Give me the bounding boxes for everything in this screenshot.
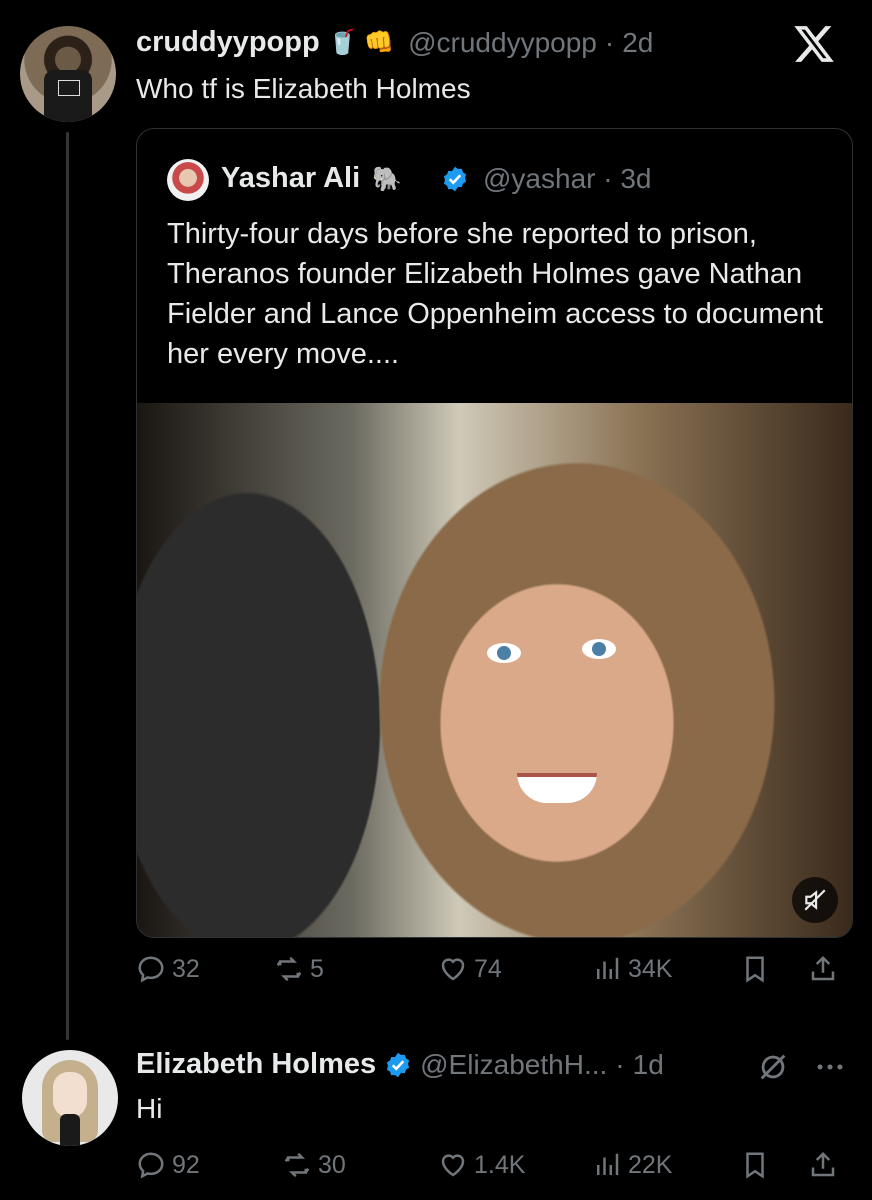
quote-display-name: Yashar Ali 🐘 xyxy=(221,162,402,195)
bookmark-button[interactable] xyxy=(740,1150,770,1180)
share-icon xyxy=(811,955,835,981)
verified-badge-icon xyxy=(387,1052,410,1077)
repost-count: 5 xyxy=(310,954,324,983)
quote-video[interactable] xyxy=(137,403,852,937)
post2-action-bar: 92 30 1.4K 22K xyxy=(136,1150,852,1190)
mute-button[interactable] xyxy=(792,877,838,923)
like-button[interactable]: 1.4K xyxy=(438,1150,525,1180)
quote-separator: · xyxy=(603,163,613,194)
post2-time[interactable]: 1d xyxy=(633,1049,664,1081)
post1-emoji: 🥤 👊 xyxy=(327,29,395,56)
reply-button[interactable]: 32 xyxy=(136,954,200,984)
quote-handle: @yashar xyxy=(483,163,596,194)
view-count: 22K xyxy=(628,1150,673,1179)
heart-icon xyxy=(441,1154,465,1177)
post2-handle[interactable]: @ElizabethH... xyxy=(420,1049,607,1081)
share-button[interactable] xyxy=(808,1150,838,1180)
bookmark-button[interactable] xyxy=(740,954,770,984)
repost-icon xyxy=(284,1152,310,1178)
post1-separator: · xyxy=(604,26,615,58)
heart-icon xyxy=(441,958,465,981)
like-count: 1.4K xyxy=(474,1150,526,1179)
speaker-muted-icon xyxy=(804,889,826,911)
views-icon xyxy=(597,957,619,979)
post1-header: cruddyypopp 🥤 👊 @cruddyypopp · 2d xyxy=(136,26,653,59)
like-button[interactable]: 74 xyxy=(438,954,502,984)
post2-display-name[interactable]: Elizabeth Holmes xyxy=(136,1048,376,1081)
post1-text: Who tf is Elizabeth Holmes xyxy=(136,73,471,104)
quote-time: 3d xyxy=(620,163,652,194)
view-count: 34K xyxy=(628,954,673,983)
reply-button[interactable]: 92 xyxy=(136,1150,200,1180)
reply-icon xyxy=(138,1152,164,1179)
like-count: 74 xyxy=(474,954,502,983)
post1-time[interactable]: 2d xyxy=(622,27,653,59)
avatar-yashar xyxy=(167,159,209,201)
x-logo-icon[interactable] xyxy=(792,22,836,66)
grok-icon[interactable] xyxy=(756,1050,790,1084)
more-options-icon[interactable] xyxy=(810,1050,850,1084)
thread-connector xyxy=(66,132,69,1040)
share-button[interactable] xyxy=(808,954,838,984)
views-icon xyxy=(597,1153,619,1175)
verified-badge-icon xyxy=(443,166,467,192)
repost-icon xyxy=(276,956,302,982)
share-icon xyxy=(811,1151,835,1177)
post2-header: Elizabeth Holmes @ElizabethH... · 1d xyxy=(136,1048,664,1081)
reply-count: 92 xyxy=(172,1150,200,1179)
post1-handle[interactable]: @cruddyypopp xyxy=(408,27,597,59)
views-button[interactable]: 22K xyxy=(592,1150,672,1180)
quote-meta: @yashar · 3d xyxy=(483,163,652,195)
quote-card[interactable]: Yashar Ali 🐘 @yashar · 3d Thirty-four da… xyxy=(136,128,853,938)
reply-icon xyxy=(138,956,164,983)
repost-button[interactable]: 5 xyxy=(274,954,324,984)
avatar-elizabeth-holmes[interactable] xyxy=(22,1050,118,1146)
quote-text: Thirty-four days before she reported to … xyxy=(167,218,824,370)
quote-emoji: 🐘 xyxy=(372,166,403,193)
post2-separator: · xyxy=(615,1048,625,1080)
reply-count: 32 xyxy=(172,954,200,983)
bookmark-icon xyxy=(746,956,764,983)
post1-action-bar: 32 5 74 34K xyxy=(136,954,852,994)
bookmark-icon xyxy=(746,1152,764,1179)
quote-name-text: Yashar Ali xyxy=(221,162,361,194)
repost-button[interactable]: 30 xyxy=(282,1150,346,1180)
views-button[interactable]: 34K xyxy=(592,954,672,984)
post1-display-name[interactable]: cruddyypopp xyxy=(136,26,320,59)
repost-count: 30 xyxy=(318,1150,346,1179)
avatar-cruddyypopp[interactable] xyxy=(20,26,116,122)
post2-text: Hi xyxy=(136,1093,163,1124)
